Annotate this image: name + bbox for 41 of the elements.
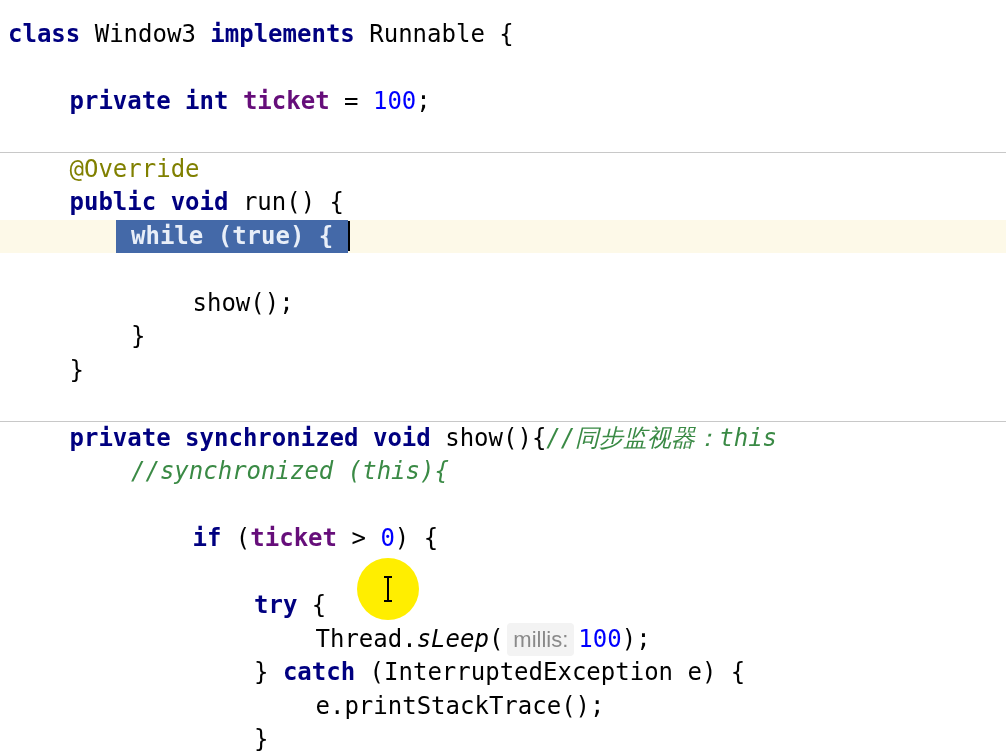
keyword: private int — [69, 86, 230, 118]
code-text: } — [131, 321, 146, 353]
text-cursor-icon — [382, 576, 394, 602]
code-text: run() { — [241, 186, 345, 218]
method-name: sLeep — [416, 623, 489, 655]
code-text: ) { — [394, 522, 439, 554]
code-text: ); — [621, 623, 651, 655]
code-text: Runnable { — [368, 19, 514, 50]
code-text: Window3 — [93, 19, 197, 50]
code-comment: //同步监视器：this — [546, 422, 778, 454]
code-text: { — [310, 590, 327, 622]
keyword: try — [254, 590, 298, 622]
keyword: class — [8, 19, 81, 50]
code-text: show(){ — [444, 422, 547, 454]
keyword: catch — [282, 657, 356, 689]
code-text: ; — [416, 86, 431, 118]
keyword: public void — [69, 186, 229, 218]
text-caret — [348, 221, 351, 252]
field-name: ticket — [242, 86, 330, 118]
code-text: Thread. — [315, 623, 417, 655]
code-comment: //synchronized (this){ — [131, 455, 449, 487]
number-literal: 100 — [578, 623, 622, 655]
code-text: (InterruptedException e) { — [368, 657, 746, 689]
code-text: ( — [234, 522, 251, 554]
code-text: } — [254, 724, 269, 756]
code-text: ( — [488, 623, 504, 655]
number-literal: 0 — [380, 522, 395, 554]
code-text: show(); — [192, 287, 294, 319]
parameter-hint: millis: — [507, 622, 575, 657]
code-text: e.printStackTrace(); — [315, 690, 605, 722]
code-text: } — [69, 354, 84, 386]
selected-code: while (true) { — [116, 219, 349, 254]
code-text: = — [343, 86, 360, 118]
field-name: ticket — [250, 522, 337, 554]
annotation: @Override — [69, 153, 200, 185]
keyword: implements — [210, 19, 355, 50]
keyword: if — [192, 522, 222, 554]
number-literal: 100 — [372, 86, 417, 118]
code-text: > — [350, 522, 367, 554]
keyword: private synchronized void — [69, 422, 431, 454]
code-text: } — [254, 657, 270, 689]
